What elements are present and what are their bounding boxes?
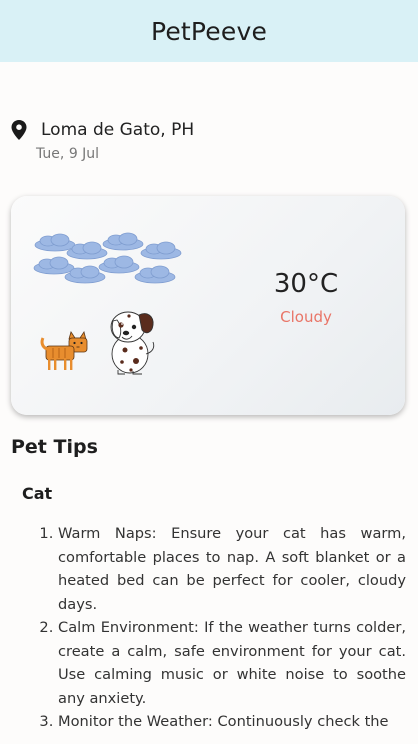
tip-item: Warm Naps: Ensure your cat has warm, com… xyxy=(58,522,406,616)
pet-type-heading: Cat xyxy=(22,484,53,503)
temperature-value: 30°C xyxy=(273,269,339,299)
location-date: Tue, 9 Jul xyxy=(36,146,100,162)
weather-illustration xyxy=(33,230,193,380)
weather-card: 30°C Cloudy xyxy=(11,196,405,415)
tip-item: Calm Environment: If the weather turns c… xyxy=(58,616,406,710)
weather-condition: Cloudy xyxy=(280,308,332,326)
map-pin-icon xyxy=(10,119,28,141)
app-title: PetPeeve xyxy=(150,16,268,46)
pet-tips-heading: Pet Tips xyxy=(11,436,98,458)
pet-tips-list: Warm Naps: Ensure your cat has warm, com… xyxy=(22,522,406,734)
location-name: Loma de Gato, PH xyxy=(41,120,195,140)
clouds-icon xyxy=(33,232,182,284)
location-row: Loma de Gato, PH xyxy=(10,119,194,141)
tip-item: Monitor the Weather: Continuously check … xyxy=(58,710,406,734)
dog-icon xyxy=(110,311,155,375)
clouds-cat-dog-illustration xyxy=(33,232,182,375)
cat-icon xyxy=(40,331,88,370)
app-header: PetPeeve xyxy=(0,0,418,62)
